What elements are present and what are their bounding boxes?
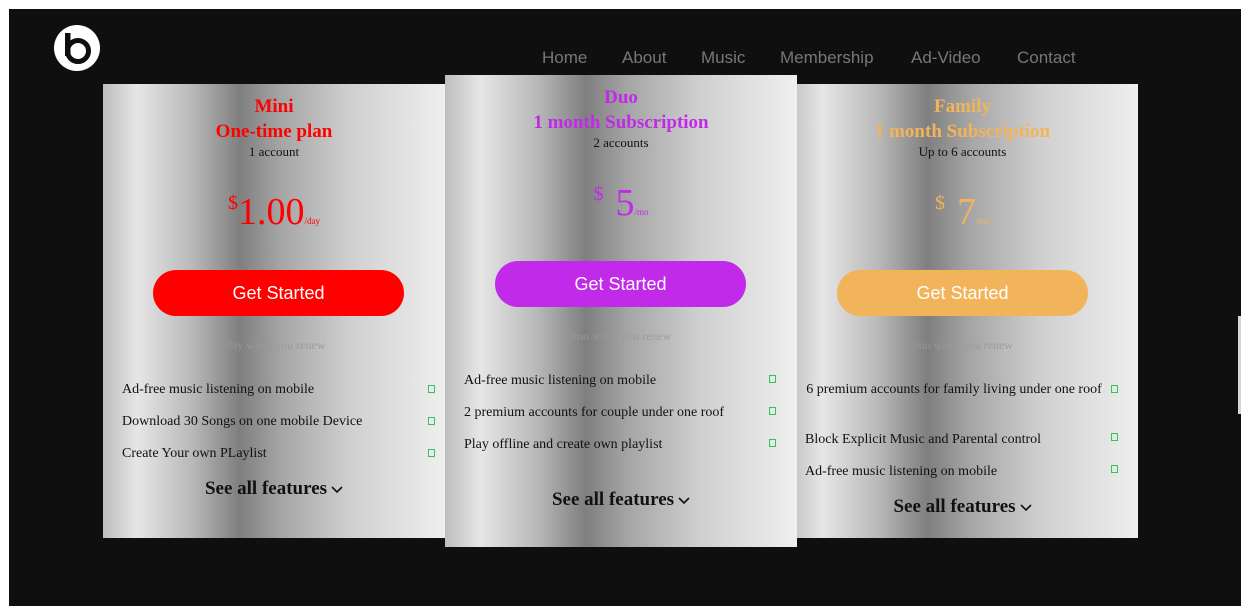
- feature-item: Play offline and create own playlist: [464, 437, 663, 452]
- see-all-features-link[interactable]: See all features: [787, 496, 1138, 518]
- nav-ad-video[interactable]: Ad-Video: [911, 48, 981, 68]
- plan-card-duo: Duo 1 month Subscription 2 accounts $ 5/…: [445, 75, 797, 547]
- plan-card-mini: Mini One-time plan 1 account $1.00/day G…: [103, 84, 445, 538]
- feature-item: Ad-free music listening on mobile: [464, 373, 657, 388]
- check-icon: [1111, 433, 1118, 441]
- plan-accounts: 2 accounts: [593, 135, 649, 150]
- plan-type: 1 month Subscription: [874, 121, 1051, 142]
- nav-membership[interactable]: Membership: [780, 48, 874, 68]
- price-period: /mo: [634, 207, 649, 217]
- plan-accounts: 1 account: [248, 144, 300, 159]
- chevron-down-icon: [1019, 504, 1032, 511]
- plan-type: 1 month Subscription: [533, 112, 709, 133]
- chevron-down-icon: [331, 486, 343, 493]
- see-all-features-link[interactable]: See all features: [445, 489, 797, 511]
- plan-price: $ 7/mo: [787, 190, 1138, 234]
- renew-note: /mo when you renew: [912, 338, 1013, 352]
- check-icon: [428, 449, 435, 457]
- check-icon: [769, 407, 776, 415]
- chevron-down-icon: [678, 497, 690, 504]
- price-amount: 7: [956, 191, 976, 233]
- check-icon: [428, 417, 435, 425]
- scrollbar-thumb[interactable]: [1238, 316, 1241, 414]
- see-all-features-label: See all features: [551, 489, 675, 510]
- plan-card-family: Family 1 month Subscription Up to 6 acco…: [787, 84, 1138, 538]
- feature-item: Ad-free music listening on mobile: [122, 382, 315, 397]
- check-icon: [769, 375, 776, 383]
- price-amount: 1.00: [238, 191, 305, 233]
- nav-music[interactable]: Music: [701, 48, 745, 68]
- check-icon: [1111, 385, 1118, 393]
- plan-type: One-time plan: [215, 121, 333, 142]
- feature-item: Block Explicit Music and Parental contro…: [805, 432, 1042, 447]
- check-icon: [769, 439, 776, 447]
- get-started-button[interactable]: Get Started: [837, 270, 1088, 316]
- feature-item: Ad-free music listening on mobile: [805, 464, 998, 479]
- plan-accounts: Up to 6 accounts: [918, 144, 1007, 159]
- feature-item: 6 premium accounts for family living und…: [806, 382, 1102, 397]
- plan-price: $1.00/day: [103, 190, 445, 234]
- nav-contact[interactable]: Contact: [1017, 48, 1076, 68]
- feature-item: Download 30 Songs on one mobile Device: [122, 414, 363, 429]
- renew-note: /mo when you renew: [570, 329, 672, 343]
- plan-name: Duo: [604, 87, 638, 108]
- page-background: Home About Music Membership Ad-Video Con…: [9, 9, 1241, 606]
- renew-note: /day when you renew: [222, 338, 326, 352]
- price-period: /mo: [975, 216, 990, 226]
- feature-item: 2 premium accounts for couple under one …: [464, 405, 725, 420]
- see-all-features-label: See all features: [204, 478, 328, 499]
- get-started-button[interactable]: Get Started: [153, 270, 404, 316]
- nav-home[interactable]: Home: [542, 48, 587, 68]
- check-icon: [1111, 465, 1118, 473]
- get-started-button[interactable]: Get Started: [495, 261, 746, 307]
- price-period: /day: [304, 216, 321, 226]
- price-amount: 5: [615, 182, 635, 224]
- plan-price: $ 5/mo: [445, 181, 797, 225]
- currency-symbol: $: [934, 192, 945, 214]
- check-icon: [428, 385, 435, 393]
- see-all-features-label: See all features: [893, 496, 1016, 517]
- currency-symbol: $: [228, 192, 238, 214]
- nav-about[interactable]: About: [622, 48, 666, 68]
- currency-symbol: $: [593, 183, 604, 205]
- plan-name: Family: [934, 96, 991, 117]
- feature-item: Create Your own PLaylist: [122, 446, 267, 461]
- plan-name: Mini: [254, 96, 294, 117]
- see-all-features-link[interactable]: See all features: [103, 478, 445, 500]
- beats-logo-icon[interactable]: [54, 25, 100, 71]
